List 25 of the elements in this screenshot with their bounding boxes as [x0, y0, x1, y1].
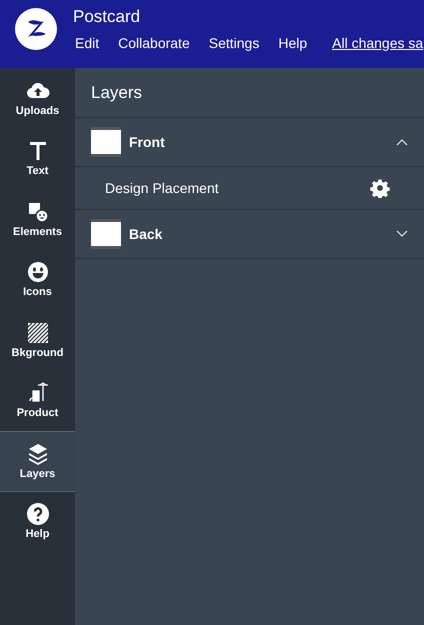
logo-icon: [15, 8, 57, 50]
menu-item[interactable]: Collaborate: [118, 35, 190, 51]
sidebar-item[interactable]: Uploads: [0, 68, 75, 128]
page-thumbnail-icon: [91, 219, 121, 249]
menu-item[interactable]: Settings: [208, 35, 260, 51]
sidebar-item[interactable]: Icons: [0, 250, 75, 310]
help-icon: [26, 502, 50, 526]
sidebar-item[interactable]: Help: [0, 492, 75, 552]
sidebar-item[interactable]: Product: [0, 370, 75, 431]
save-status-link[interactable]: All changes sa: [332, 35, 424, 51]
document-title: Postcard: [73, 7, 142, 27]
sidebar-item[interactable]: Text: [0, 128, 75, 189]
layer-item-label: Design Placement: [105, 178, 219, 198]
menu-item[interactable]: Help: [278, 35, 308, 51]
settings-icon[interactable]: [370, 178, 390, 198]
panel-title: Layers: [91, 82, 142, 104]
smiley-icon: [26, 260, 50, 284]
layer-row[interactable]: Back: [75, 210, 424, 259]
layer-row[interactable]: Front: [75, 118, 424, 167]
sidebar-item[interactable]: Layers: [0, 431, 75, 492]
page-thumbnail-icon: [91, 127, 121, 157]
menu-item[interactable]: Edit: [75, 35, 100, 51]
sidebar-item[interactable]: Elements: [0, 189, 75, 250]
sidebar-item[interactable]: Bkground: [0, 310, 75, 370]
hatched-square-icon: [26, 320, 50, 345]
